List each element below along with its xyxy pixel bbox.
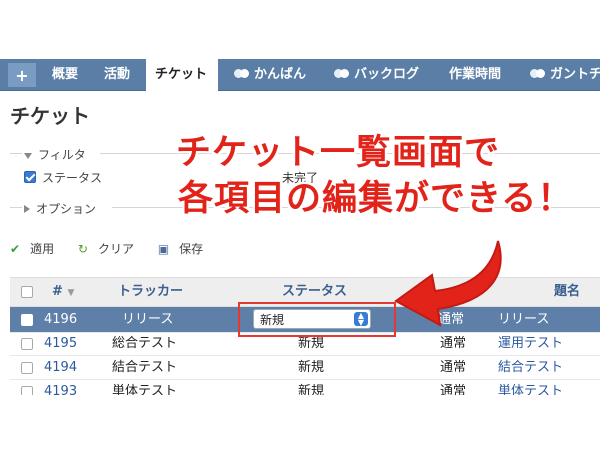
tab-gantt[interactable]: ガントチャ [530,59,600,90]
row-checkbox[interactable] [21,338,33,350]
column-header-tracker[interactable]: トラッカー [118,278,183,306]
new-item-button[interactable]: + [8,63,36,87]
issue-id-link[interactable]: 4195 [44,333,77,355]
tab-time-entries[interactable]: 作業時間 [449,59,501,90]
project-menu: + 概要 活動 チケット かんばん バックログ 作業時間 ガントチャ [0,59,600,91]
issue-id-link[interactable]: 4196 [44,307,77,332]
options-legend[interactable]: オプション [24,200,96,217]
options-legend-label: オプション [36,202,97,216]
column-header-id-label: # [52,284,63,299]
column-header-id[interactable]: # ▼ [52,278,74,306]
tab-overview[interactable]: 概要 [52,59,78,90]
tab-issues[interactable]: チケット [146,59,218,91]
tracker-cell: 総合テスト [112,336,178,351]
status-cell[interactable]: 新規 [298,357,324,379]
checkmark-icon: ✔ [10,242,21,256]
save-link[interactable]: ▣ 保存 [158,242,213,256]
reload-icon: ↻ [77,242,88,256]
status-filter-label: ステータス [42,171,103,185]
tracker-cell: リリース [122,312,174,327]
sort-desc-icon: ▼ [67,288,75,298]
tab-backlog-label: バックログ [354,67,420,82]
subject-link[interactable]: 結合テスト [498,357,563,379]
collapse-icon [24,153,32,159]
callout-line-1: チケット一覧画面で [176,133,501,173]
plugin-icon [530,69,546,79]
row-checkbox[interactable] [21,362,33,374]
tab-kanban-label: かんばん [254,67,307,82]
table-row[interactable]: 4194 結合テスト 新規 通常 結合テスト [10,357,600,380]
status-filter-checkbox[interactable] [24,171,36,183]
fieldset-border [10,207,22,208]
save-icon: ▣ [157,242,170,256]
apply-label: 適用 [30,242,55,256]
plugin-icon [334,69,350,79]
row-checkbox[interactable] [21,314,33,326]
screenshot-crop-edge [0,395,600,450]
query-actions: ✔ 適用 ↻ クリア ▣ 保存 [10,240,223,257]
filter-legend[interactable]: フィルタ [24,146,86,163]
tab-activity[interactable]: 活動 [104,59,130,90]
callout-arrow-icon [394,240,502,327]
column-header-subject[interactable]: 題名 [554,278,580,306]
issue-id-link[interactable]: 4194 [44,357,77,379]
fieldset-border [10,153,22,154]
callout-line-2: 各項目の編集ができる！ [178,179,574,219]
highlight-frame [238,302,396,337]
tracker-cell: 結合テスト [112,360,178,375]
filter-legend-label: フィルタ [38,148,86,162]
select-all-checkbox[interactable] [21,286,33,298]
save-label: 保存 [179,242,204,256]
expand-icon [24,205,30,213]
plugin-icon [234,69,250,79]
tab-gantt-label: ガントチャ [550,67,600,82]
priority-cell: 通常 [440,360,467,375]
tab-kanban[interactable]: かんばん [234,59,306,90]
page-title: チケット [10,104,90,128]
clear-link[interactable]: ↻ クリア [78,242,144,256]
clear-label: クリア [97,242,134,256]
tab-backlog[interactable]: バックログ [334,59,419,90]
apply-link[interactable]: ✔ 適用 [10,242,64,256]
